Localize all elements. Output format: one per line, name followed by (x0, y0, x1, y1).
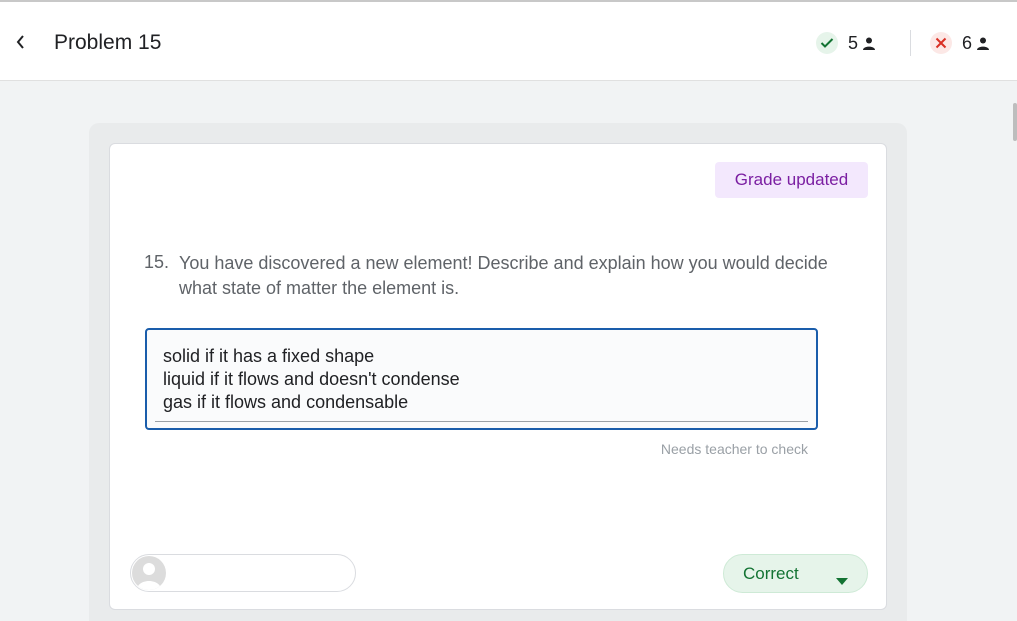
comment-input[interactable] (130, 554, 356, 592)
student-answer-box[interactable]: solid if it has a fixed shape liquid if … (145, 328, 818, 430)
grade-label: Correct (743, 563, 799, 583)
person-icon (863, 37, 876, 50)
page-title: Problem 15 (54, 31, 162, 54)
check-hint: Needs teacher to check (660, 441, 808, 457)
stat-divider (910, 30, 911, 56)
answer-line-2: liquid if it flows and doesn't condense (163, 369, 460, 389)
top-bar: Problem 15 5 6 (0, 0, 1017, 81)
incorrect-count: 6 (962, 32, 973, 53)
back-button[interactable] (8, 30, 32, 58)
question-number: 15. (144, 252, 170, 272)
answer-line-1: solid if it has a fixed shape (163, 346, 375, 366)
chevron-left-icon (15, 34, 25, 55)
caret-down-icon (836, 570, 848, 590)
question-text: You have discovered a new element! Descr… (179, 253, 828, 298)
close-icon (930, 32, 952, 54)
incorrect-count-stat[interactable]: 6 (930, 30, 990, 56)
answer-line-3: gas if it flows and condensable (163, 392, 409, 412)
status-badge: Grade updated (715, 162, 868, 198)
grade-dropdown-button[interactable]: Correct (723, 554, 868, 593)
avatar (132, 556, 166, 590)
correct-count-stat[interactable]: 5 (816, 30, 876, 56)
correct-count: 5 (848, 32, 859, 53)
person-icon (977, 37, 990, 50)
response-card: Grade updated 15. You have discovered a … (109, 143, 887, 610)
check-icon (816, 32, 838, 54)
student-answer: solid if it has a fixed shape liquid if … (163, 345, 460, 414)
answer-underline (155, 421, 808, 422)
scrollbar-thumb[interactable] (1013, 103, 1017, 141)
